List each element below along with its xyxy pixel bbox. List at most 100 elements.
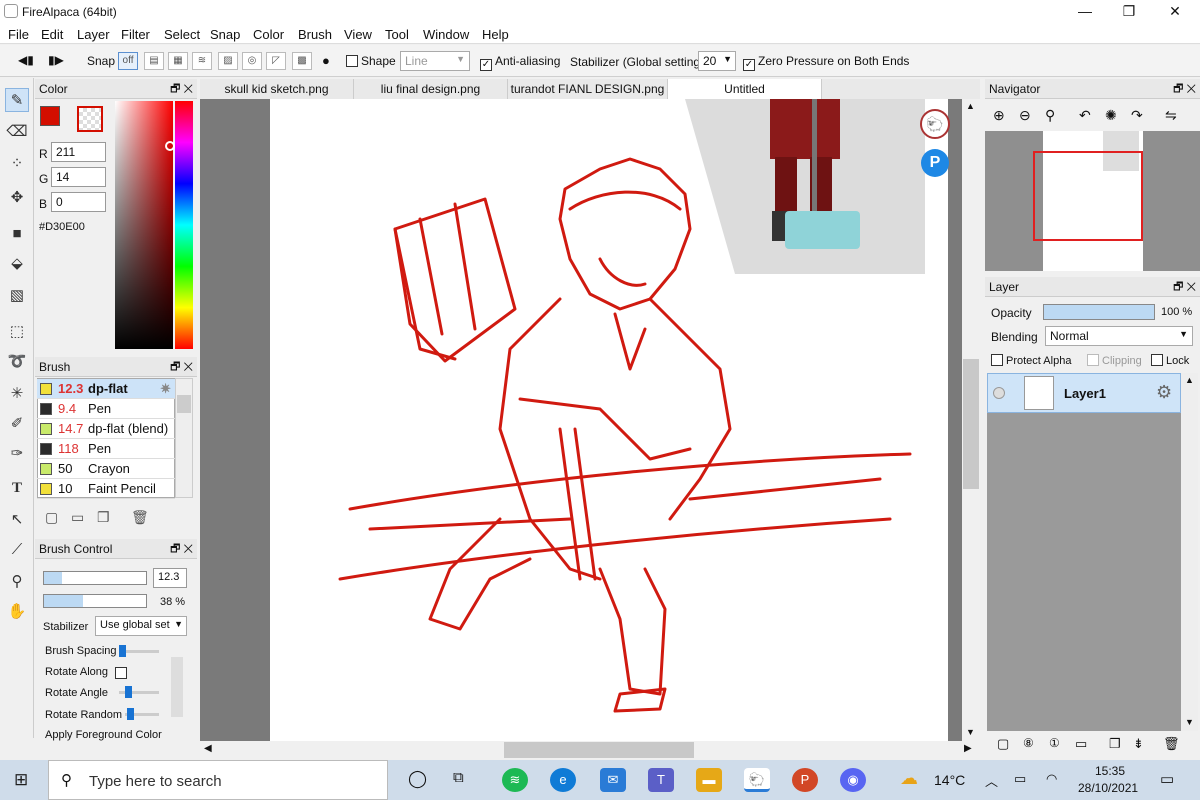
new-folder-icon[interactable]: ▭ bbox=[1075, 736, 1087, 752]
snap-circle-icon[interactable]: ◎ bbox=[242, 52, 262, 70]
snap-curve-icon[interactable]: ≋ bbox=[192, 52, 212, 70]
spotify-icon[interactable]: ≋ bbox=[502, 768, 528, 792]
panel-float-close-icon[interactable]: 🗗 ✕ bbox=[170, 79, 193, 99]
menu-file[interactable]: File bbox=[8, 27, 29, 42]
minimize-button[interactable]: — bbox=[1062, 0, 1108, 24]
r-input[interactable]: 211 bbox=[51, 142, 106, 162]
tab-skull-kid[interactable]: skull kid sketch.png bbox=[200, 79, 354, 99]
snap-radial-icon[interactable]: ▨ bbox=[218, 52, 238, 70]
menu-filter[interactable]: Filter bbox=[121, 27, 150, 42]
rotate-right-icon[interactable]: ↷ bbox=[1131, 107, 1143, 124]
battery-icon[interactable]: ▭ bbox=[1014, 771, 1026, 787]
saturation-value-picker[interactable] bbox=[115, 101, 173, 349]
menu-brush[interactable]: Brush bbox=[298, 27, 332, 42]
brush-opacity-slider[interactable] bbox=[43, 594, 147, 608]
clock-date[interactable]: 28/10/2021 bbox=[1078, 781, 1138, 795]
background-color-swatch[interactable] bbox=[77, 106, 103, 132]
lock-checkbox[interactable]: Lock bbox=[1151, 354, 1189, 367]
menu-layer[interactable]: Layer bbox=[77, 27, 110, 42]
horizontal-scroll-thumb[interactable] bbox=[504, 742, 694, 758]
cortana-icon[interactable]: ◯ bbox=[408, 769, 427, 789]
fill-shape-icon[interactable]: ■ bbox=[5, 222, 29, 246]
panel-float-close-icon[interactable]: 🗗 ✕ bbox=[1173, 277, 1196, 297]
snap-grid-icon[interactable]: ▦ bbox=[168, 52, 188, 70]
select-pen-icon[interactable]: ✐ bbox=[5, 412, 29, 436]
snap-perspective-icon[interactable]: ◸ bbox=[266, 52, 286, 70]
clipping-checkbox[interactable]: Clipping bbox=[1087, 354, 1142, 367]
close-button[interactable]: ✕ bbox=[1152, 0, 1198, 24]
snap-parallel-icon[interactable]: ▤ bbox=[144, 52, 164, 70]
flip-icon[interactable]: ⇋ bbox=[1165, 107, 1177, 124]
brush-tool-icon[interactable]: ✎ bbox=[5, 88, 29, 112]
brush-size-slider[interactable] bbox=[43, 571, 147, 585]
brush-item-faint-pencil[interactable]: 10 Faint Pencil bbox=[37, 479, 175, 499]
stabilizer-select[interactable]: 20 ▼ bbox=[698, 51, 736, 71]
brush-size-input[interactable]: 12.3 bbox=[153, 568, 187, 588]
alpaca-icon[interactable]: 🐑 bbox=[920, 109, 950, 139]
weather-icon[interactable]: ☁ bbox=[900, 768, 918, 789]
magic-wand-icon[interactable]: ✳ bbox=[5, 382, 29, 406]
snap-3d-icon[interactable]: ▩ bbox=[292, 52, 312, 70]
brush-item-dp-flat-blend[interactable]: 14.7 dp-flat (blend) bbox=[37, 419, 175, 439]
gear-icon[interactable]: ⚙ bbox=[1156, 382, 1172, 403]
chevron-up-icon[interactable]: ▲ bbox=[966, 101, 975, 111]
duplicate-icon[interactable]: ❐ bbox=[97, 509, 110, 526]
layer-list-scrollbar[interactable]: ▲ ▼ bbox=[1181, 373, 1198, 731]
slider-handle[interactable] bbox=[127, 708, 134, 720]
powerpoint-icon[interactable]: P bbox=[792, 768, 818, 792]
rotate-left-icon[interactable]: ↶ bbox=[1079, 107, 1091, 124]
clock-time[interactable]: 15:35 bbox=[1095, 764, 1125, 778]
tray-chevron-icon[interactable]: ︿ bbox=[985, 771, 998, 790]
foreground-color-swatch[interactable] bbox=[40, 106, 60, 126]
select-eraser-icon[interactable]: ✑ bbox=[5, 442, 29, 466]
antialias-checkbox[interactable]: ✓ Anti-aliasing bbox=[480, 54, 560, 71]
trash-icon[interactable]: 🗑 bbox=[1163, 736, 1180, 752]
windows-start-icon[interactable]: ⊞ bbox=[14, 770, 28, 790]
blending-select[interactable]: Normal ▼ bbox=[1045, 326, 1193, 346]
slider-handle[interactable] bbox=[125, 686, 132, 698]
layer-row[interactable]: Layer1 ⚙ bbox=[987, 373, 1181, 413]
shape-select[interactable]: Line ▼ bbox=[400, 51, 470, 71]
panel-float-close-icon[interactable]: 🗗 ✕ bbox=[1173, 79, 1196, 99]
search-box[interactable]: ⚲ Type here to search bbox=[48, 760, 388, 800]
restore-button[interactable]: ❐ bbox=[1106, 0, 1152, 24]
dot-icon[interactable]: ● bbox=[322, 53, 330, 68]
chevron-right-icon[interactable]: ▶ bbox=[964, 743, 972, 754]
brush-control-scrollbar[interactable] bbox=[171, 657, 183, 717]
new-8bit-layer-icon[interactable]: ⑧ bbox=[1023, 736, 1034, 750]
bucket-icon[interactable]: ⬙ bbox=[5, 252, 29, 276]
canvas-horizontal-scrollbar[interactable]: ◀ ▶ bbox=[200, 741, 980, 759]
discord-icon[interactable]: ◉ bbox=[840, 768, 866, 792]
shape-checkbox[interactable]: Shape bbox=[346, 54, 396, 68]
menu-window[interactable]: Window bbox=[423, 27, 469, 42]
snap-off-button[interactable]: off bbox=[118, 52, 138, 70]
layer-visibility-icon[interactable] bbox=[993, 387, 1005, 399]
gradient-icon[interactable]: ▧ bbox=[5, 284, 29, 308]
vertical-scroll-thumb[interactable] bbox=[963, 359, 979, 489]
divide-tool-icon[interactable]: ⟋ bbox=[5, 538, 29, 562]
firealpaca-taskbar-icon[interactable]: 🐑 bbox=[744, 768, 770, 792]
next-icon[interactable]: ▮▶ bbox=[48, 53, 64, 67]
g-input[interactable]: 14 bbox=[51, 167, 106, 187]
merge-layer-icon[interactable]: ⇟ bbox=[1133, 736, 1144, 752]
protect-alpha-checkbox[interactable]: Protect Alpha bbox=[991, 354, 1071, 367]
zoom-in-icon[interactable]: ⊕ bbox=[993, 107, 1005, 124]
teams-icon[interactable]: T bbox=[648, 768, 674, 792]
menu-tool[interactable]: Tool bbox=[385, 27, 409, 42]
edge-icon[interactable]: e bbox=[550, 768, 576, 792]
tab-liu-final[interactable]: liu final design.png bbox=[354, 79, 508, 99]
zoom-reset-icon[interactable]: ⚲ bbox=[1045, 107, 1055, 124]
brush-item-pen-118[interactable]: 118 Pen bbox=[37, 439, 175, 459]
rotate-angle-slider[interactable] bbox=[119, 686, 159, 698]
menu-snap[interactable]: Snap bbox=[210, 27, 240, 42]
hand-tool-icon[interactable]: ✋ bbox=[5, 600, 29, 624]
brush-spacing-slider[interactable] bbox=[119, 645, 159, 657]
brush-list-scrollbar[interactable] bbox=[175, 378, 193, 498]
prev-icon[interactable]: ◀▮ bbox=[18, 53, 34, 67]
zero-pressure-checkbox[interactable]: ✓ Zero Pressure on Both Ends bbox=[743, 54, 909, 71]
slider-handle[interactable] bbox=[119, 645, 126, 657]
select-rect-icon[interactable]: ⬚ bbox=[5, 320, 29, 344]
brush-item-dp-flat[interactable]: 12.3 dp-flat ✷ bbox=[37, 379, 175, 399]
drawing-canvas[interactable]: 🐑 P bbox=[270, 99, 950, 741]
tab-untitled[interactable]: Untitled bbox=[668, 79, 822, 99]
